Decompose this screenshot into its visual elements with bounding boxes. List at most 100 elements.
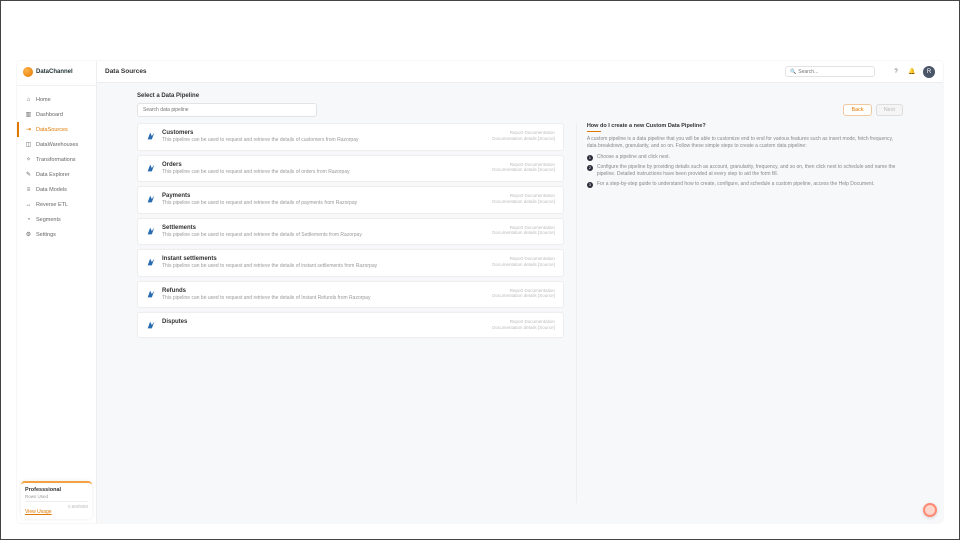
home-icon: ⌂	[25, 96, 32, 103]
split-pane: CustomersThis pipeline can be used to re…	[137, 123, 903, 503]
global-search[interactable]: 🔍	[785, 66, 875, 77]
search-icon: 🔍	[790, 69, 796, 75]
sidebar: DataChannel ⌂ Home ▥ Dashboard ⇥DataSource…	[17, 61, 97, 523]
plan-card: Professsional Rows Used 0.5M/50M View Us…	[21, 481, 92, 520]
back-button[interactable]: Back	[843, 104, 871, 116]
plan-title: Professsional	[25, 487, 88, 493]
panel-title: Select a Data Pipeline	[137, 93, 903, 99]
razorpay-icon	[146, 289, 156, 299]
pipeline-body: SettlementsThis pipeline can be used to …	[162, 225, 486, 239]
pipeline-title: Disputes	[162, 319, 486, 325]
bell-icon[interactable]: 🔔	[907, 67, 917, 77]
source-doc-link[interactable]: Documentation details [Source]	[492, 199, 555, 205]
nav-item-segments[interactable]: ◔ Segments	[17, 212, 96, 227]
pipeline-card[interactable]: RefundsThis pipeline can be used to requ…	[137, 281, 564, 309]
pipeline-card[interactable]: PaymentsThis pipeline can be used to req…	[137, 186, 564, 214]
top-icons: ? 🔔 R	[891, 66, 935, 78]
topbar: Data Sources 🔍 ? 🔔 R	[97, 61, 943, 83]
pipeline-doc-links: Report DocumentationDocumentation detail…	[492, 288, 555, 300]
step-number-icon: 2	[587, 165, 593, 171]
source-doc-link[interactable]: Documentation details [Source]	[492, 136, 555, 142]
avatar[interactable]: R	[923, 66, 935, 78]
step-number-icon: 3	[587, 182, 593, 188]
transform-icon: ✧	[25, 156, 32, 163]
razorpay-icon	[146, 163, 156, 173]
next-button[interactable]: Next	[876, 104, 903, 116]
brand-logo-icon	[23, 67, 33, 77]
source-doc-link[interactable]: Documentation details [Source]	[492, 167, 555, 173]
help-steps: 1Choose a pipeline and click next. 2Conf…	[587, 154, 903, 188]
nav-label: Data Explorer	[36, 172, 70, 178]
help-icon[interactable]: ?	[891, 67, 901, 77]
pipeline-list: CustomersThis pipeline can be used to re…	[137, 123, 564, 503]
pipeline-search-input[interactable]	[137, 103, 317, 117]
pipeline-card[interactable]: CustomersThis pipeline can be used to re…	[137, 123, 564, 151]
pipeline-doc-links: Report DocumentationDocumentation detail…	[492, 162, 555, 174]
nav-item-settings[interactable]: ⚙Settings	[17, 227, 96, 242]
panel-controls: Back Next	[137, 103, 903, 117]
pipeline-doc-links: Report DocumentationDocumentation detail…	[492, 193, 555, 205]
pipeline-title: Refunds	[162, 288, 486, 294]
warehouse-icon: ◫	[25, 141, 32, 148]
pipeline-card[interactable]: Instant settlementsThis pipeline can be …	[137, 249, 564, 277]
nav: ⌂ Home ▥ Dashboard ⇥DataSources ◫ DataWareh…	[17, 86, 96, 477]
page-title: Data Sources	[105, 68, 147, 75]
dashboard-icon: ▥	[25, 111, 32, 118]
razorpay-icon	[146, 131, 156, 141]
source-doc-link[interactable]: Documentation details [Source]	[492, 262, 555, 268]
brand: DataChannel	[17, 61, 96, 86]
razorpay-icon	[146, 194, 156, 204]
plan-sub: Rows Used	[25, 494, 88, 499]
plan-usage-bar	[25, 501, 88, 503]
pipeline-title: Instant settlements	[162, 256, 486, 262]
nav-item-datawarehouses[interactable]: ◫ DataWarehouses	[17, 137, 96, 152]
nav-item-datasources[interactable]: ⇥DataSources	[17, 122, 96, 137]
pipeline-body: PaymentsThis pipeline can be used to req…	[162, 193, 486, 207]
pipeline-desc: This pipeline can be used to request and…	[162, 200, 486, 207]
help-step: 1Choose a pipeline and click next.	[587, 154, 903, 161]
pipeline-desc: This pipeline can be used to request and…	[162, 137, 486, 144]
brand-name: DataChannel	[36, 69, 73, 75]
help-step: 3For a step-by-step guide to understand …	[587, 181, 903, 188]
nav-label: Segments	[36, 217, 61, 223]
nav-label: Settings	[36, 232, 56, 238]
segments-icon: ◔	[25, 216, 32, 223]
source-doc-link[interactable]: Documentation details [Source]	[492, 325, 555, 331]
nav-label: DataWarehouses	[36, 142, 78, 148]
pipeline-card[interactable]: SettlementsThis pipeline can be used to …	[137, 218, 564, 246]
nav-item-data-models[interactable]: ≡ Data Models	[17, 182, 96, 197]
pipeline-desc: This pipeline can be used to request and…	[162, 169, 486, 176]
nav-item-home[interactable]: ⌂ Home	[17, 92, 96, 107]
nav-label: Reverse ETL	[36, 202, 68, 208]
wizard-buttons: Back Next	[843, 104, 903, 116]
models-icon: ≡	[25, 186, 32, 193]
help-panel: How do I create a new Custom Data Pipeli…	[576, 123, 903, 503]
pipeline-body: CustomersThis pipeline can be used to re…	[162, 130, 486, 144]
nav-item-transformations[interactable]: ✧ Transformations	[17, 152, 96, 167]
datasource-icon: ⇥	[25, 126, 32, 133]
pipeline-title: Orders	[162, 162, 486, 168]
nav-label: Transformations	[36, 157, 76, 163]
nav-item-data-explorer[interactable]: ✎Data Explorer	[17, 167, 96, 182]
view-usage-link[interactable]: View Usage	[25, 509, 88, 515]
nav-item-reverse-etl[interactable]: ↔ Reverse ETL	[17, 197, 96, 212]
nav-label: Dashboard	[36, 112, 63, 118]
razorpay-icon	[146, 257, 156, 267]
pipeline-card[interactable]: DisputesReport DocumentationDocumentatio…	[137, 312, 564, 338]
chat-fab[interactable]	[923, 503, 937, 517]
nav-label: Data Models	[36, 187, 67, 193]
source-doc-link[interactable]: Documentation details [Source]	[492, 230, 555, 236]
pipeline-title: Settlements	[162, 225, 486, 231]
pipeline-body: OrdersThis pipeline can be used to reque…	[162, 162, 486, 176]
nav-label: Home	[36, 97, 51, 103]
step-number-icon: 1	[587, 155, 593, 161]
pipeline-doc-links: Report DocumentationDocumentation detail…	[492, 130, 555, 142]
pipeline-desc: This pipeline can be used to request and…	[162, 232, 486, 239]
pipeline-title: Customers	[162, 130, 486, 136]
reverse-etl-icon: ↔	[25, 201, 32, 208]
search-input[interactable]	[798, 69, 870, 75]
nav-item-dashboard[interactable]: ▥ Dashboard	[17, 107, 96, 122]
source-doc-link[interactable]: Documentation details [Source]	[492, 293, 555, 299]
pipeline-desc: This pipeline can be used to request and…	[162, 295, 486, 302]
pipeline-card[interactable]: OrdersThis pipeline can be used to reque…	[137, 155, 564, 183]
